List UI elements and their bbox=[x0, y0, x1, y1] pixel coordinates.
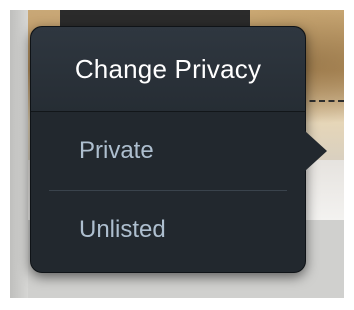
background-left-strip bbox=[10, 10, 28, 298]
screenshot-frame: Change Privacy Private Unlisted bbox=[0, 0, 354, 310]
change-privacy-popover: Change Privacy Private Unlisted bbox=[30, 26, 327, 273]
privacy-menu: Private Unlisted bbox=[31, 112, 305, 269]
popover-title: Change Privacy bbox=[74, 53, 262, 84]
menu-item-label: Unlisted bbox=[79, 216, 166, 243]
popover-header: Change Privacy bbox=[31, 27, 305, 112]
menu-item-private[interactable]: Private bbox=[31, 112, 305, 190]
menu-item-label: Private bbox=[79, 137, 154, 164]
menu-item-unlisted[interactable]: Unlisted bbox=[31, 191, 305, 269]
popover-arrow bbox=[305, 131, 327, 171]
background-dashed-line bbox=[300, 100, 344, 102]
